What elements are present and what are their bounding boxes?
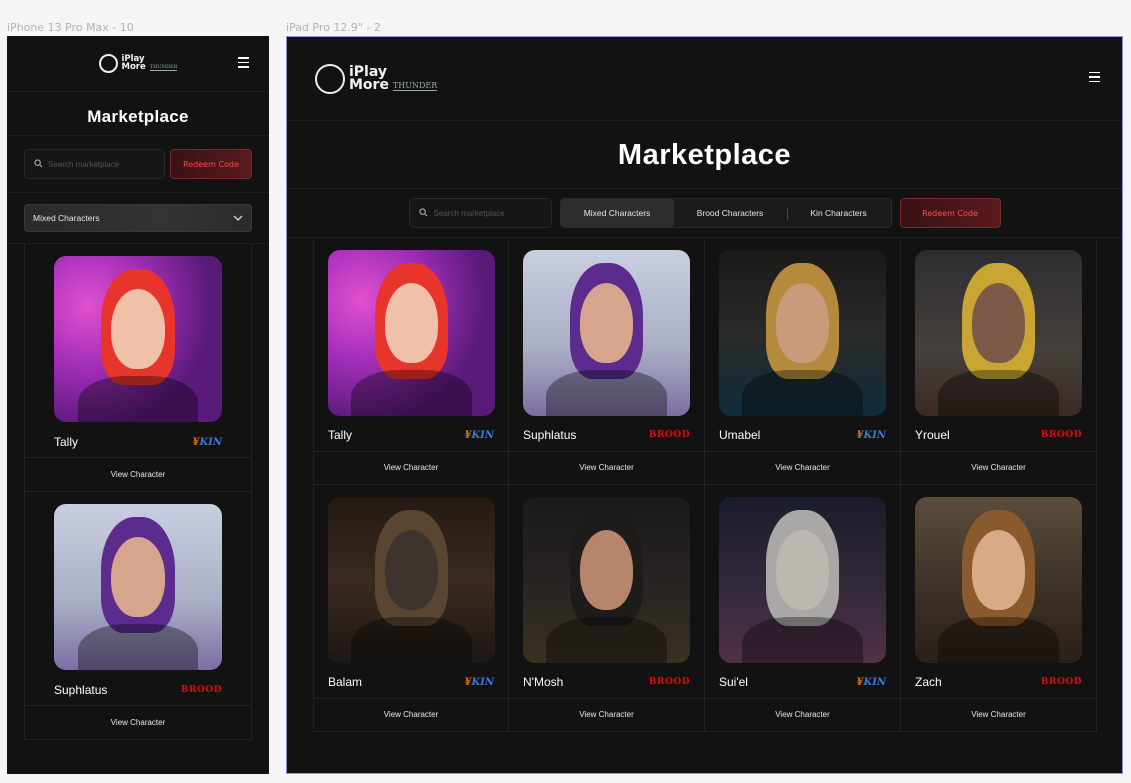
character-name: Yrouel — [915, 428, 950, 442]
view-character-button[interactable]: View Character — [901, 698, 1096, 731]
character-name: Suphlatus — [523, 428, 577, 442]
character-grid: Tally ¥KIN View Character Suphlatus BROOD Vie… — [313, 238, 1122, 732]
character-card: Zach BROOD View Character — [901, 485, 1097, 732]
category-dropdown[interactable]: Mixed Characters — [24, 204, 252, 232]
search-icon — [34, 155, 43, 173]
character-card: Tally ¥KIN View Character — [313, 238, 509, 485]
view-character-button[interactable]: View Character — [314, 698, 508, 731]
tab-kin-characters[interactable]: Kin Characters — [786, 199, 891, 227]
kin-logo-icon: ¥KIN — [464, 676, 494, 688]
search-input[interactable] — [48, 159, 164, 169]
character-card: Suphlatus BROOD View Character — [509, 238, 705, 485]
search-icon — [418, 204, 428, 222]
character-name: Suphlatus — [54, 683, 108, 697]
chevron-down-icon — [233, 213, 243, 223]
search-input[interactable] — [433, 208, 551, 218]
kin-logo-icon: ¥KIN — [464, 429, 494, 441]
search-box[interactable] — [24, 149, 165, 179]
character-name: N'Mosh — [523, 675, 564, 689]
brand-logo[interactable]: iPlay More THUNDER — [98, 54, 178, 73]
page-title: Marketplace — [7, 92, 269, 136]
brood-logo-icon: BROOD — [180, 685, 222, 695]
brood-logo-icon: BROOD — [648, 677, 690, 687]
character-card: N'Mosh BROOD View Character — [509, 485, 705, 732]
view-character-button[interactable]: View Character — [509, 698, 704, 731]
character-portrait[interactable] — [719, 497, 886, 663]
view-character-button[interactable]: View Character — [25, 457, 251, 491]
character-name: Zach — [915, 675, 942, 689]
kin-logo-icon: ¥KIN — [856, 429, 886, 441]
thunder-logo: THUNDER — [392, 81, 438, 91]
character-name: Umabel — [719, 428, 761, 442]
redeem-code-button[interactable]: Redeem Code — [170, 149, 252, 179]
menu-icon[interactable] — [1089, 71, 1100, 86]
kin-logo-icon: ¥KIN — [856, 676, 886, 688]
tablet-frame: iPlay More THUNDER Marketplace Mixed Cha… — [286, 36, 1123, 774]
view-character-button[interactable]: View Character — [509, 451, 704, 484]
character-card: Tally ¥KIN View Character — [24, 244, 252, 492]
brand-line2: More — [349, 76, 389, 93]
tablet-controls: Mixed Characters Brood Characters Kin Ch… — [287, 189, 1122, 238]
search-box[interactable] — [408, 198, 552, 228]
character-portrait[interactable] — [523, 497, 690, 663]
view-character-button[interactable]: View Character — [314, 451, 508, 484]
category-tabs: Mixed Characters Brood Characters Kin Ch… — [559, 198, 892, 228]
tab-brood-characters[interactable]: Brood Characters — [674, 199, 787, 227]
character-card: Suphlatus BROOD View Character — [24, 492, 252, 740]
brood-logo-icon: BROOD — [1040, 677, 1082, 687]
view-character-button[interactable]: View Character — [25, 705, 251, 739]
menu-icon[interactable] — [238, 57, 249, 71]
character-card: Yrouel BROOD View Character — [901, 238, 1097, 485]
phone-frame: iPlay More THUNDER Marketplace Redeem Co… — [7, 36, 269, 774]
brand-logo[interactable]: iPlay More THUNDER — [315, 63, 438, 94]
brand-line2: More — [121, 61, 146, 72]
phone-character-list: Tally ¥KIN View Character Suphlatus BROO… — [7, 244, 269, 740]
phone-header: iPlay More THUNDER — [7, 36, 269, 92]
character-portrait[interactable] — [54, 504, 222, 670]
brood-logo-icon: BROOD — [648, 430, 690, 440]
tablet-header: iPlay More THUNDER — [287, 37, 1122, 121]
character-card: Balam ¥KIN View Character — [313, 485, 509, 732]
character-name: Sui'el — [719, 675, 748, 689]
character-portrait[interactable] — [523, 250, 690, 416]
character-name: Balam — [328, 675, 363, 689]
tablet-frame-label: iPad Pro 12.9" - 2 — [286, 21, 381, 34]
dropdown-value: Mixed Characters — [33, 213, 100, 223]
character-name: Tally — [54, 435, 79, 449]
character-portrait[interactable] — [915, 250, 1082, 416]
brand-ring-icon — [315, 63, 345, 94]
page-title: Marketplace — [287, 121, 1122, 189]
redeem-code-button[interactable]: Redeem Code — [899, 198, 1001, 228]
character-portrait[interactable] — [328, 250, 495, 416]
phone-controls: Redeem Code — [7, 136, 269, 193]
thunder-logo: THUNDER — [149, 63, 178, 71]
brood-logo-icon: BROOD — [1040, 430, 1082, 440]
view-character-button[interactable]: View Character — [705, 698, 900, 731]
character-card: Sui'el ¥KIN View Character — [705, 485, 901, 732]
character-name: Tally — [328, 428, 353, 442]
character-portrait[interactable] — [54, 256, 222, 422]
character-card: Umabel ¥KIN View Character — [705, 238, 901, 485]
view-character-button[interactable]: View Character — [901, 451, 1096, 484]
kin-logo-icon: ¥KIN — [192, 436, 222, 448]
character-portrait[interactable] — [719, 250, 886, 416]
tab-mixed-characters[interactable]: Mixed Characters — [560, 199, 674, 227]
brand-ring-icon — [98, 54, 118, 73]
character-portrait[interactable] — [328, 497, 495, 663]
phone-frame-label: iPhone 13 Pro Max - 10 — [7, 21, 134, 34]
view-character-button[interactable]: View Character — [705, 451, 900, 484]
character-portrait[interactable] — [915, 497, 1082, 663]
